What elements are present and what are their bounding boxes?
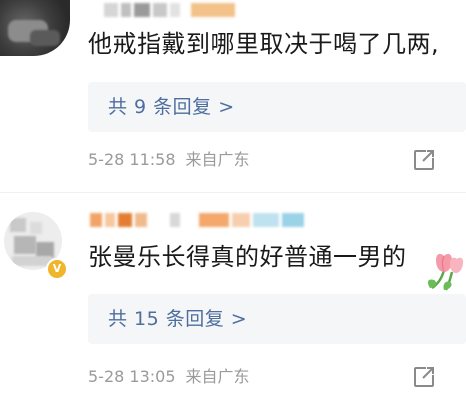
comment-item: 他戒指戴到哪里取决于喝了几两, 共 9 条回复 > 5-28 11:58 来自广东 bbox=[0, 0, 466, 193]
comment-text: 张曼乐长得真的好普通一男的 bbox=[88, 243, 407, 271]
view-replies-link[interactable]: 共 9 条回复 > bbox=[108, 82, 235, 132]
share-icon bbox=[414, 367, 434, 387]
verified-badge: V bbox=[46, 258, 68, 280]
comment-location: 来自广东 bbox=[185, 150, 250, 169]
comment-time: 5-28 11:58 bbox=[88, 150, 176, 169]
comment-meta: 5-28 13:05 来自广东 bbox=[88, 365, 250, 389]
share-button[interactable] bbox=[412, 365, 436, 389]
share-button[interactable] bbox=[412, 148, 436, 172]
comment-location: 来自广东 bbox=[185, 367, 250, 386]
comment-time: 5-28 13:05 bbox=[88, 367, 176, 386]
comment-list: { "comments": [ { "content": "他戒指戴到哪里取决于… bbox=[0, 0, 466, 405]
nickname-redacted[interactable] bbox=[104, 2, 235, 18]
replies-box: 共 9 条回复 > bbox=[88, 82, 466, 132]
tulip-emoji-icon bbox=[427, 253, 464, 291]
view-replies-link[interactable]: 共 15 条回复 > bbox=[108, 294, 247, 344]
share-icon bbox=[414, 150, 434, 170]
nickname-redacted[interactable] bbox=[90, 212, 304, 228]
avatar[interactable] bbox=[0, 0, 70, 56]
comment-meta: 5-28 11:58 来自广东 bbox=[88, 148, 250, 172]
divider bbox=[0, 192, 466, 193]
comment-item: V 张曼乐长得真的好普通一男的 共 15 条回复 > 5-28 13:05 来自广… bbox=[0, 198, 466, 405]
comment-text: 他戒指戴到哪里取决于喝了几两, bbox=[88, 30, 440, 58]
replies-box: 共 15 条回复 > bbox=[88, 294, 466, 344]
